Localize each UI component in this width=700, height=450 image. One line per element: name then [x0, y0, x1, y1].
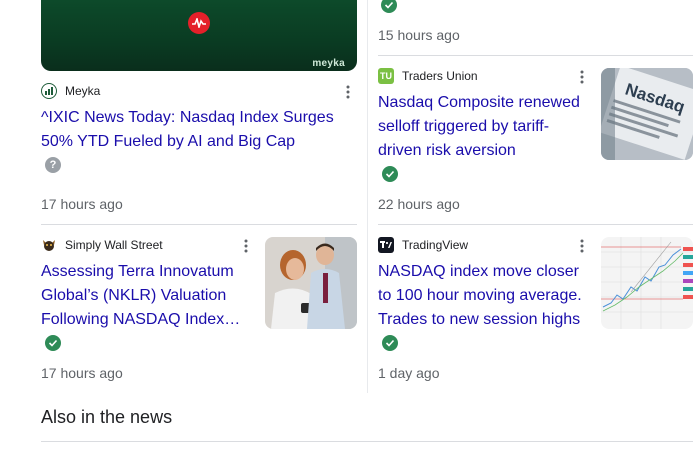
headline-line: ^IXIC News Today: Nasdaq Index Surges	[41, 109, 334, 126]
more-options-icon[interactable]	[574, 68, 590, 86]
source-name: Traders Union	[402, 69, 478, 83]
article-source-traders-union[interactable]: TU Traders Union	[378, 67, 478, 85]
meyka-logo-icon	[41, 83, 57, 99]
check-circle-icon	[381, 0, 397, 13]
timestamp: 15 hours ago	[378, 27, 460, 43]
headline-line: Assessing Terra Innovatum	[41, 263, 234, 280]
traders-union-logo-icon: TU	[378, 68, 394, 84]
headline-line: selloff triggered by tariff-	[378, 118, 550, 135]
headline-line: 50% YTD Fueled by AI and Big Cap	[41, 133, 296, 150]
article-headline[interactable]: ^IXIC News Today: Nasdaq Index Surges 50…	[41, 106, 351, 154]
divider	[378, 55, 693, 56]
timestamp: 17 hours ago	[41, 196, 123, 212]
source-name: TradingView	[402, 238, 469, 252]
check-circle-icon	[45, 335, 61, 351]
source-name: Simply Wall Street	[65, 238, 163, 252]
article-source-simply-wall-street[interactable]: Simply Wall Street	[41, 236, 163, 254]
article-headline[interactable]: NASDAQ index move closer to 100 hour mov…	[378, 260, 593, 332]
headline-line: Following NASDAQ Index…	[41, 311, 241, 328]
timestamp: 17 hours ago	[41, 365, 123, 381]
simply-wall-st-logo-icon	[41, 237, 57, 253]
timestamp: 1 day ago	[378, 365, 440, 381]
column-divider	[367, 0, 368, 393]
check-circle-icon	[382, 335, 398, 351]
headline-line: driven risk aversion	[378, 142, 516, 159]
tradingview-logo-icon	[378, 237, 394, 253]
more-options-icon[interactable]	[574, 237, 590, 255]
divider	[378, 224, 693, 225]
check-circle-icon	[382, 166, 398, 182]
headline-line: NASDAQ index move closer	[378, 263, 579, 280]
headline-line: Nasdaq Composite renewed	[378, 94, 580, 111]
article-image-meyka[interactable]: meyka	[41, 0, 357, 71]
article-headline[interactable]: Assessing Terra Innovatum Global’s (NKLR…	[41, 260, 256, 332]
source-name: Meyka	[65, 84, 101, 98]
image-watermark: meyka	[312, 58, 345, 69]
red-pulse-icon	[188, 12, 210, 34]
timestamp: 22 hours ago	[378, 196, 460, 212]
article-source-meyka[interactable]: Meyka	[41, 82, 100, 100]
article-thumbnail-office-people[interactable]	[265, 237, 357, 329]
article-headline[interactable]: Nasdaq Composite renewed selloff trigger…	[378, 91, 593, 163]
section-heading-also-in-the-news: Also in the news	[41, 407, 173, 427]
divider	[41, 224, 357, 225]
headline-line: Global’s (NKLR) Valuation	[41, 287, 227, 304]
article-thumbnail-nasdaq-newspaper[interactable]: Nasdaq	[601, 68, 693, 160]
headline-line: Trades to new session highs	[378, 311, 581, 328]
article-source-tradingview[interactable]: TradingView	[378, 236, 468, 254]
divider	[41, 441, 693, 442]
info-question-icon[interactable]: ?	[45, 157, 61, 173]
article-thumbnail-price-chart[interactable]	[601, 237, 693, 329]
headline-line: to 100 hour moving average.	[378, 287, 582, 304]
more-options-icon[interactable]	[340, 83, 356, 101]
more-options-icon[interactable]	[238, 237, 254, 255]
